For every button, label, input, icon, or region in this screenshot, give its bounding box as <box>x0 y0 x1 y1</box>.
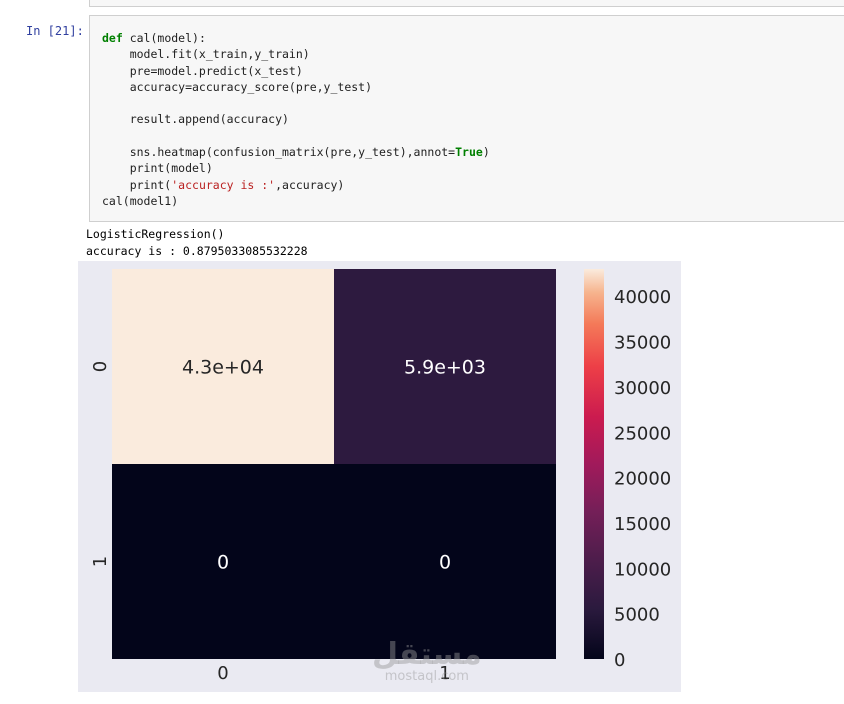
colorbar <box>584 269 604 659</box>
code-token: 'accuracy is :' <box>171 177 276 192</box>
code-token: ,accuracy) <box>275 177 345 192</box>
heatmap-chart: 4.3e+04 5.9e+030 00 10105000100001500020000… <box>90 269 671 684</box>
cell-annotation: 0 <box>439 552 451 574</box>
cell-prompt: In [21]: <box>26 24 84 38</box>
colorbar-tick-label: 5000 <box>614 605 660 626</box>
previous-cell-bottom <box>89 0 844 7</box>
code-line: print(model) <box>102 160 490 176</box>
code-token: cal(model): <box>122 31 206 45</box>
colorbar-tick-label: 10000 <box>614 559 671 580</box>
cell-annotation: 0 <box>217 552 229 574</box>
mostaql-watermark: مستقل mostaql.com <box>372 640 482 684</box>
colorbar-tick-label: 35000 <box>614 333 671 354</box>
x-tick-label: 0 <box>217 663 228 684</box>
code-token: def <box>102 31 123 45</box>
code-cell-input[interactable]: def cal(model): model.fit(x_train,y_trai… <box>89 15 844 222</box>
code-editor[interactable]: def cal(model): model.fit(x_train,y_trai… <box>102 30 490 209</box>
code-token: cal(model1) <box>102 193 179 208</box>
y-tick-label: 0 <box>90 361 111 372</box>
code-line: cal(model1) <box>102 193 490 209</box>
output-model-repr: LogisticRegression() <box>86 227 225 241</box>
watermark-arabic: مستقل <box>372 637 482 672</box>
code-line: def cal(model): <box>102 30 490 46</box>
colorbar-tick-label: 30000 <box>614 378 671 399</box>
colorbar-tick-label: 40000 <box>614 287 671 308</box>
colorbar-tick-label: 15000 <box>614 514 671 535</box>
colorbar-tick-label: 0 <box>614 650 625 671</box>
code-token: sns.heatmap(confusion_matrix(pre,y_test)… <box>102 145 456 160</box>
code-line: model.fit(x_train,y_train) <box>102 46 490 62</box>
output-accuracy-line: accuracy is : 0.8795033085532228 <box>86 244 308 258</box>
code-line: accuracy=accuracy_score(pre,y_test) <box>102 79 490 95</box>
code-line: pre=model.predict(x_test) <box>102 63 490 79</box>
y-tick-label: 1 <box>90 556 111 567</box>
code-token: accuracy=accuracy_score(pre,y_test) <box>102 79 373 94</box>
code-line: result.append(accuracy) <box>102 111 490 127</box>
code-token: pre=model.predict(x_test) <box>102 63 303 78</box>
colorbar-tick-label: 20000 <box>614 469 671 490</box>
code-token: model.fit(x_train,y_train) <box>102 47 310 62</box>
cell-annotation: 5.9e+03 <box>404 357 486 379</box>
watermark-latin: mostaql.com <box>384 669 469 684</box>
cell-annotation: 4.3e+04 <box>182 357 264 379</box>
heatmap-figure: 4.3e+04 5.9e+03 0 0 0 1 0 1 0 5000 10000 15000 20000… <box>78 261 681 692</box>
code-line: sns.heatmap(confusion_matrix(pre,y_test)… <box>102 144 490 160</box>
code-token: True <box>455 145 483 160</box>
code-token: print(model) <box>102 161 213 176</box>
code-token: print( <box>102 177 172 192</box>
colorbar-tick-label: 25000 <box>614 423 671 444</box>
code-token: ) <box>482 145 490 160</box>
code-line: print('accuracy is :',accuracy) <box>102 177 490 193</box>
code-token: result.append(accuracy) <box>102 112 289 127</box>
